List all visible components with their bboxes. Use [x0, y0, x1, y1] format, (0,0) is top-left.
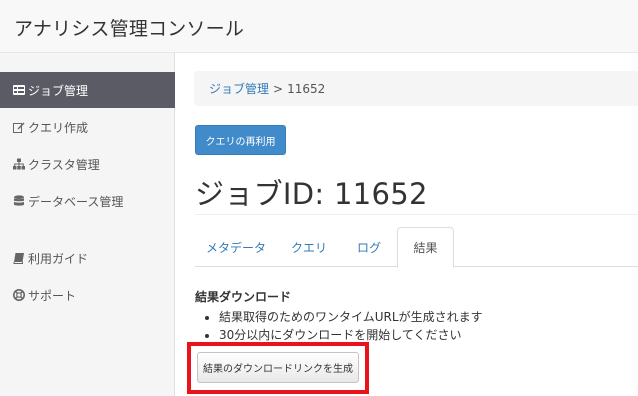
- sidebar-item-label: ジョブ管理: [28, 83, 89, 98]
- tab-query[interactable]: クエリ: [277, 227, 341, 267]
- page-title: ジョブID: 11652: [195, 177, 428, 211]
- title-divider: [195, 214, 638, 215]
- sidebar-item-database[interactable]: データベース管理: [0, 183, 175, 219]
- lifebuoy-icon: [13, 289, 25, 301]
- sidebar-item-support[interactable]: サポート: [0, 277, 175, 313]
- breadcrumb-current: 11652: [287, 81, 326, 96]
- tab-log[interactable]: ログ: [341, 227, 397, 267]
- sidebar-item-cluster[interactable]: クラスタ管理: [0, 146, 175, 182]
- sidebar-item-label: クラスタ管理: [28, 157, 100, 172]
- sidebar-item-jobs[interactable]: ジョブ管理: [0, 72, 175, 108]
- main-content: ジョブ管理 > 11652 クエリの再利用 ジョブID: 11652 メタデータ…: [175, 53, 638, 396]
- breadcrumb: ジョブ管理 > 11652: [194, 71, 638, 106]
- sidebar-item-label: サポート: [28, 288, 77, 303]
- tab-results[interactable]: 結果: [397, 227, 454, 268]
- tab-bar: メタデータ クエリ ログ 結果: [195, 227, 638, 268]
- sitemap-icon: [13, 158, 25, 170]
- breadcrumb-link-jobs[interactable]: ジョブ管理: [209, 80, 269, 97]
- download-instructions: 結果取得のためのワンタイムURLが生成されます 30分以内にダウンロードを開始し…: [219, 308, 483, 344]
- sidebar-item-label: 利用ガイド: [28, 251, 89, 266]
- book-icon: [13, 252, 25, 264]
- sidebar-item-guide[interactable]: 利用ガイド: [0, 240, 175, 276]
- download-heading: 結果ダウンロード: [195, 290, 292, 304]
- database-icon: [13, 195, 25, 207]
- sidebar-item-query-create[interactable]: クエリ作成: [0, 109, 175, 145]
- list-icon: [13, 84, 25, 96]
- sidebar-item-label: クエリ作成: [28, 120, 89, 135]
- reuse-query-button[interactable]: クエリの再利用: [195, 125, 286, 155]
- sidebar-item-label: データベース管理: [28, 194, 124, 209]
- generate-download-link-button[interactable]: 結果のダウンロードリンクを生成: [197, 352, 359, 383]
- sidebar: ジョブ管理 クエリ作成 クラスタ管理 データベース管理 利用ガイド サポート: [0, 53, 175, 396]
- app-title[interactable]: アナリシス管理コンソール: [14, 14, 244, 41]
- top-navbar: アナリシス管理コンソール: [0, 0, 638, 53]
- tab-metadata[interactable]: メタデータ: [195, 227, 277, 267]
- list-item: 結果取得のためのワンタイムURLが生成されます: [219, 308, 483, 326]
- edit-icon: [13, 121, 25, 133]
- breadcrumb-separator: >: [273, 81, 284, 96]
